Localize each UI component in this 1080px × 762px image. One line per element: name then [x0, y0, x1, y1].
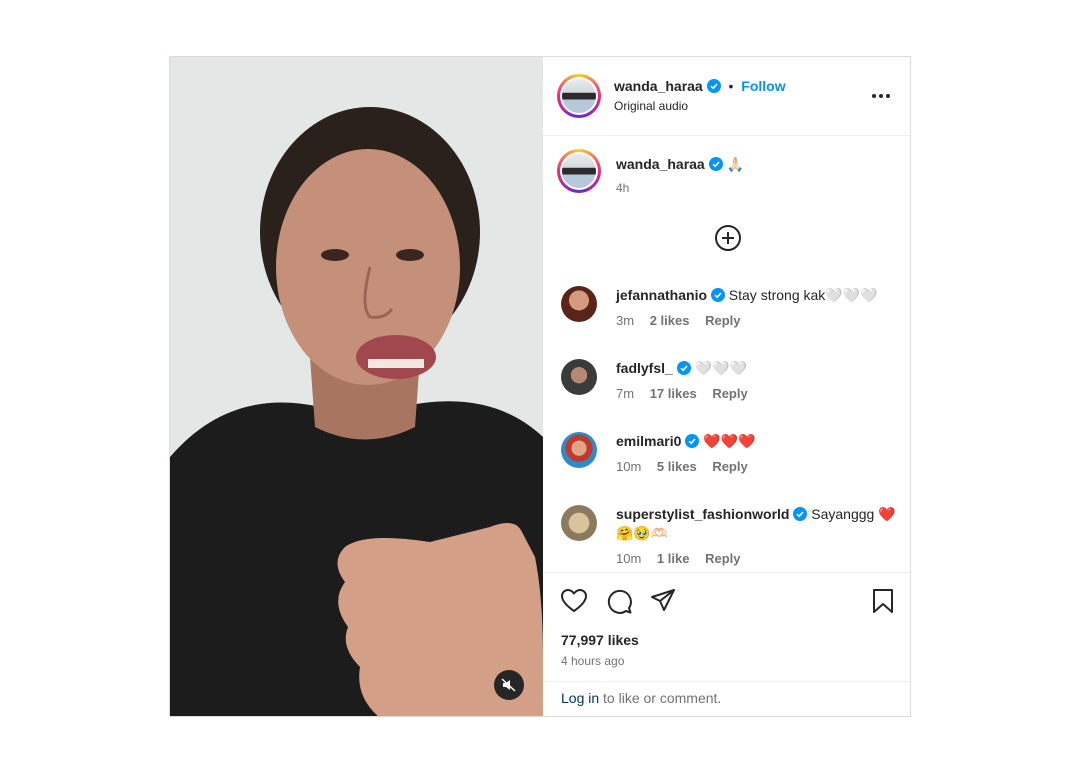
post-actions — [543, 572, 910, 633]
comment-item: fadlyfsl_ 🤍🤍🤍 7m 17 likes Reply — [561, 359, 901, 403]
commenter-username[interactable]: jefannathanio — [616, 287, 707, 303]
comment-time: 10m — [616, 551, 642, 566]
verified-badge-icon — [685, 434, 700, 448]
verified-badge-icon — [676, 361, 691, 375]
commenter-avatar[interactable] — [561, 286, 597, 322]
verified-badge-icon — [706, 79, 721, 93]
comment-item: jefannathanio Stay strong kak🤍🤍🤍 3m 2 li… — [561, 286, 901, 330]
audio-label[interactable]: Original audio — [614, 99, 688, 113]
post-timestamp[interactable]: 4 hours ago — [561, 654, 624, 668]
video-frame — [170, 57, 543, 716]
bookmark-icon — [873, 589, 893, 613]
plus-circle-icon — [715, 225, 741, 251]
video-player[interactable] — [170, 57, 543, 716]
save-button[interactable] — [869, 587, 897, 615]
more-options-button[interactable] — [865, 87, 897, 105]
commenter-username[interactable]: superstylist_fashionworld — [616, 506, 789, 522]
separator-dot: • — [728, 78, 734, 94]
likes-count[interactable]: 77,997 likes — [561, 632, 639, 648]
comment-text: Stay strong kak🤍🤍🤍 — [728, 287, 878, 303]
caption-time: 4h — [616, 181, 630, 195]
author-avatar[interactable] — [557, 74, 601, 118]
commenter-username[interactable]: fadlyfsl_ — [616, 360, 673, 376]
commenter-avatar[interactable] — [561, 432, 597, 468]
comment-time: 10m — [616, 459, 642, 474]
mute-button[interactable] — [494, 670, 524, 700]
share-button[interactable] — [649, 587, 677, 615]
follow-button[interactable]: Follow — [741, 78, 785, 94]
heart-icon — [561, 589, 587, 612]
commenter-username[interactable]: emilmari0 — [616, 433, 681, 449]
commenter-avatar[interactable] — [561, 505, 597, 541]
reply-button[interactable]: Reply — [712, 386, 747, 401]
caption-avatar[interactable] — [557, 149, 601, 193]
comment-likes[interactable]: 5 likes — [657, 459, 697, 474]
login-link[interactable]: Log in — [561, 690, 599, 706]
author-username[interactable]: wanda_haraa — [614, 78, 703, 94]
login-prompt-text: to like or comment. — [599, 690, 722, 706]
reply-button[interactable]: Reply — [705, 313, 740, 328]
comment-item: emilmari0 ❤️❤️❤️ 10m 5 likes Reply — [561, 432, 901, 476]
comment-likes[interactable]: 17 likes — [650, 386, 697, 401]
reply-button[interactable]: Reply — [712, 459, 747, 474]
verified-badge-icon — [710, 288, 725, 302]
like-button[interactable] — [560, 587, 588, 615]
comment-text: 🤍🤍🤍 — [694, 360, 747, 376]
comment-icon — [607, 589, 632, 614]
caption-text: 🙏🏻 — [726, 156, 744, 172]
comment-time: 3m — [616, 313, 635, 328]
post-footer: Log in to like or comment. — [543, 681, 910, 716]
verified-badge-icon — [708, 157, 723, 171]
load-more-comments-button[interactable] — [714, 224, 742, 252]
post-header: wanda_haraa • Follow Original audio — [543, 57, 910, 136]
more-horizontal-icon — [872, 94, 890, 98]
comment-text: ❤️❤️❤️ — [703, 433, 756, 449]
post-container: wanda_haraa • Follow Original audio wand… — [169, 56, 911, 717]
comment-likes[interactable]: 1 like — [657, 551, 690, 566]
verified-badge-icon — [793, 507, 808, 521]
reply-button[interactable]: Reply — [705, 551, 740, 566]
commenter-avatar[interactable] — [561, 359, 597, 395]
caption-username[interactable]: wanda_haraa — [616, 156, 705, 172]
comment-likes[interactable]: 2 likes — [650, 313, 690, 328]
comment-button[interactable] — [605, 587, 633, 615]
comment-time: 7m — [616, 386, 635, 401]
send-icon — [651, 589, 675, 611]
caption: wanda_haraa 🙏🏻 4h — [557, 149, 897, 195]
muted-speaker-icon — [501, 678, 516, 692]
comment-item: superstylist_fashionworld Sayanggg ❤️🤗🥹🫶… — [561, 505, 901, 568]
post-side-panel: wanda_haraa • Follow Original audio wand… — [543, 57, 910, 716]
